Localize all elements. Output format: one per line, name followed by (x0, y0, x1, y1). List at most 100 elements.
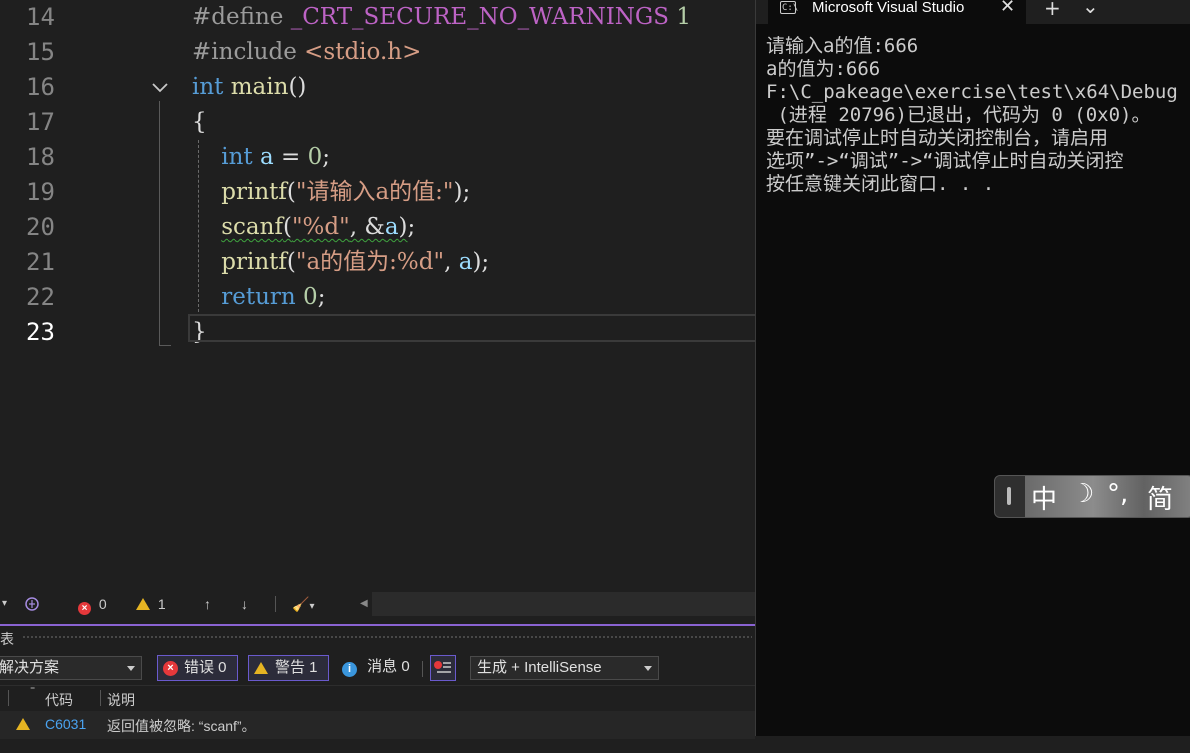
divider (100, 690, 101, 706)
code-text[interactable]: printf("请输入a的值:"); (192, 175, 470, 210)
line-number: 16 (26, 73, 55, 101)
code-line[interactable]: 14 #define _CRT_SECURE_NO_WARNINGS 1 (0, 0, 755, 35)
filter-toggle-button[interactable] (430, 655, 456, 681)
divider (8, 690, 9, 706)
moon-icon[interactable]: ☽ (1071, 479, 1094, 509)
scroll-left-icon[interactable]: ◀ (360, 592, 368, 616)
ime-punctuation-button[interactable]: °, (1107, 479, 1128, 509)
outline-guide-end (159, 345, 171, 346)
arrow-down-icon[interactable]: ↓ (241, 592, 248, 616)
code-line[interactable]: 18 int a = 0; (0, 140, 755, 175)
code-cleanup-icon[interactable]: 🧹▾ (292, 592, 314, 619)
drag-handle[interactable] (22, 635, 752, 640)
table-row[interactable]: C6031 返回值被忽略: “scanf”。 (0, 711, 755, 739)
code-token: ; (322, 144, 330, 170)
line-number: 14 (26, 3, 55, 31)
error-count[interactable]: × 0 (78, 592, 107, 616)
code-token: #define (192, 4, 291, 30)
code-token: #include (192, 39, 305, 65)
code-line[interactable]: 22 return 0; (0, 280, 755, 315)
line-number: 20 (26, 213, 55, 241)
code-token: a (384, 214, 399, 240)
error-description: 返回值被忽略: “scanf”。 (107, 718, 256, 734)
line-number: 15 (26, 38, 55, 66)
code-token: "%d" (291, 214, 350, 240)
messages-filter-button[interactable]: i 消息 0 (342, 656, 410, 678)
code-text[interactable]: #include <stdio.h> (192, 35, 421, 70)
code-text[interactable]: scanf("%d", &a); (192, 210, 415, 245)
close-tab-icon[interactable]: ✕ (1000, 0, 1015, 17)
panel-bottom (0, 739, 755, 753)
code-text[interactable]: #define _CRT_SECURE_NO_WARNINGS 1 (192, 0, 691, 35)
warning-icon (254, 662, 268, 674)
new-tab-button[interactable]: + (1044, 0, 1061, 20)
console-line: 选项”->“调试”->“调试停止时自动关闭控 (766, 150, 1124, 172)
warning-icon (136, 598, 150, 610)
code-text[interactable]: { (192, 105, 207, 140)
ime-grip-handle[interactable] (1007, 487, 1011, 505)
ime-toolbar[interactable]: 中 ☽ °, 简 (994, 475, 1190, 518)
ime-chinese-mode-button[interactable]: 中 (1031, 479, 1057, 516)
code-token: ) (398, 214, 408, 240)
console-window[interactable]: C:\ Microsoft Visual Studio ✕ + ⌄ 请输入a的值… (755, 0, 1190, 736)
code-line[interactable]: 15 #include <stdio.h> (0, 35, 755, 70)
info-icon: i (342, 662, 357, 677)
ime-simplified-button[interactable]: 简 (1147, 479, 1173, 516)
console-line: F:\C_pakeage\exercise\test\x64\Debug (766, 81, 1178, 103)
zoom-dropdown-arrow-icon[interactable]: ▾ (2, 592, 7, 616)
intellicode-icon[interactable] (24, 592, 40, 616)
code-text[interactable]: return 0; (192, 280, 325, 315)
column-code-header[interactable]: 代码 (45, 690, 73, 710)
collapse-chevron-icon[interactable] (150, 78, 170, 98)
errors-filter-button[interactable]: × 错误 0 (157, 655, 238, 681)
terminal-tab[interactable]: C:\ Microsoft Visual Studio ✕ (768, 0, 1026, 24)
line-number: 19 (26, 178, 55, 206)
console-output[interactable]: 请输入a的值:666 a的值为:666 F:\C_pakeage\exercise\… (766, 35, 1178, 196)
code-line[interactable]: 20 scanf("%d", &a); (0, 210, 755, 245)
error-list-header: ⁼ 代码 说明 (0, 685, 755, 711)
code-token: 0 (307, 144, 323, 170)
code-token: , & (349, 214, 385, 240)
code-token: "请输入a的值:" (295, 179, 454, 205)
code-editor[interactable]: 14 #define _CRT_SECURE_NO_WARNINGS 1 15 #in… (0, 0, 755, 592)
build-intellisense-dropdown[interactable]: 生成 + IntelliSense (470, 656, 659, 680)
code-token: <stdio.h> (304, 39, 422, 65)
code-line[interactable]: 16 int main() (0, 70, 755, 105)
horizontal-scrollbar[interactable] (372, 592, 755, 616)
code-text[interactable]: int a = 0; (192, 140, 330, 175)
chevron-down-icon (644, 666, 652, 671)
chevron-down-icon (127, 666, 135, 671)
code-token: a (259, 144, 274, 170)
column-desc-header[interactable]: 说明 (107, 690, 135, 710)
error-code-link[interactable]: C6031 (45, 716, 86, 732)
divider (275, 596, 276, 612)
code-token: a (458, 249, 473, 275)
warning-count[interactable]: 1 (136, 592, 166, 616)
console-line: 要在调试停止时自动关闭控制台，请启用 (766, 127, 1109, 149)
warnings-filter-button[interactable]: 警告 1 (248, 655, 329, 681)
code-line[interactable]: 17 { (0, 105, 755, 140)
tab-dropdown-button[interactable]: ⌄ (1082, 0, 1099, 18)
error-list-title-bar[interactable]: 表 (0, 626, 755, 648)
code-token: "a的值为:%d" (295, 249, 445, 275)
scope-dropdown[interactable]: 解决方案 (0, 656, 142, 680)
code-text[interactable]: printf("a的值为:%d", a); (192, 245, 489, 280)
code-text[interactable]: int main() (192, 70, 306, 105)
console-line: 按任意键关闭此窗口. . . (766, 173, 995, 195)
code-token: () (288, 74, 307, 100)
terminal-titlebar[interactable]: C:\ Microsoft Visual Studio ✕ + ⌄ (756, 0, 1190, 24)
code-token: { (192, 109, 207, 135)
panel-title: 表 (0, 631, 14, 647)
console-line: a的值为:666 (766, 58, 881, 80)
code-line[interactable]: 21 printf("a的值为:%d", a); (0, 245, 755, 280)
error-icon: × (163, 661, 178, 676)
column-options-icon[interactable]: ⁼ (30, 685, 35, 696)
indent-guide (198, 140, 199, 312)
line-number: 17 (26, 108, 55, 136)
code-line[interactable]: 19 printf("请输入a的值:"); (0, 175, 755, 210)
code-token: ); (472, 249, 490, 275)
arrow-up-icon[interactable]: ↑ (204, 592, 211, 616)
